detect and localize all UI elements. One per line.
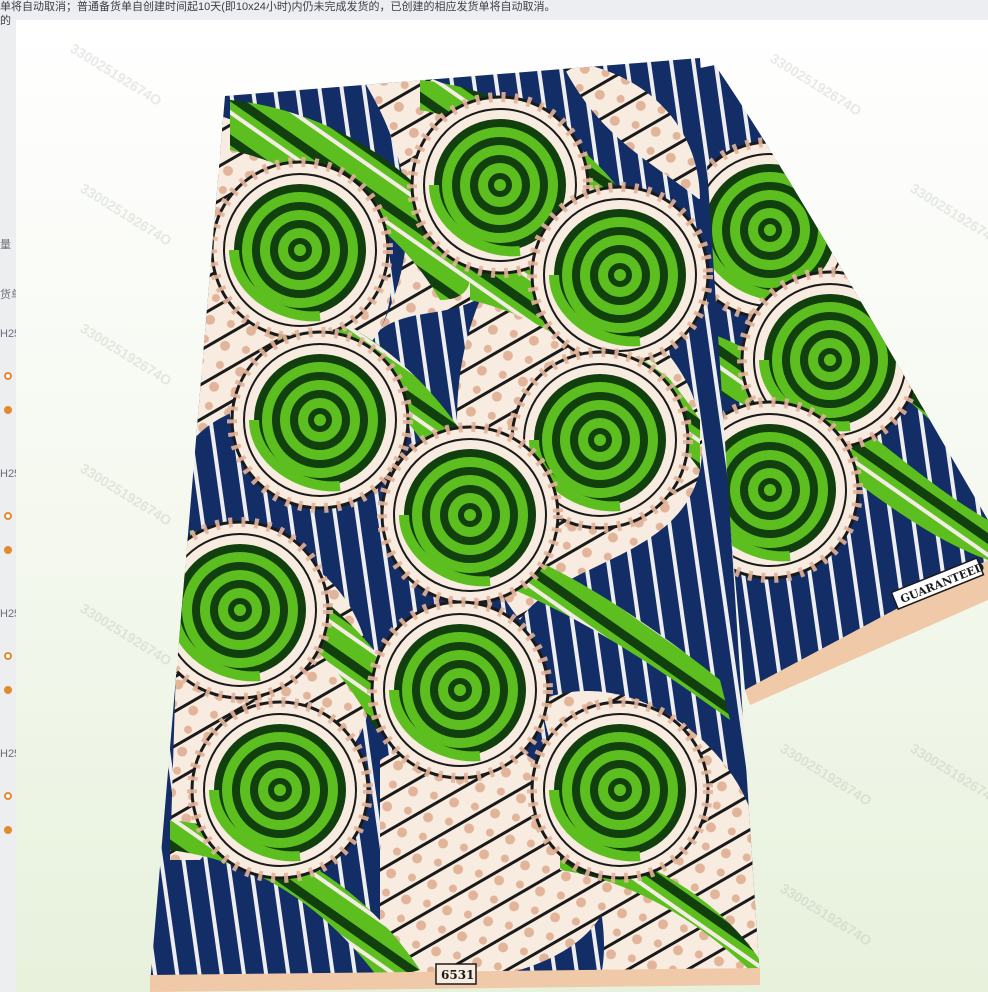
fabric-photo: GUARANTEED 6531: [150, 58, 988, 992]
fabric-main-panel: 6531: [150, 58, 760, 992]
design-number: 6531: [441, 968, 474, 982]
